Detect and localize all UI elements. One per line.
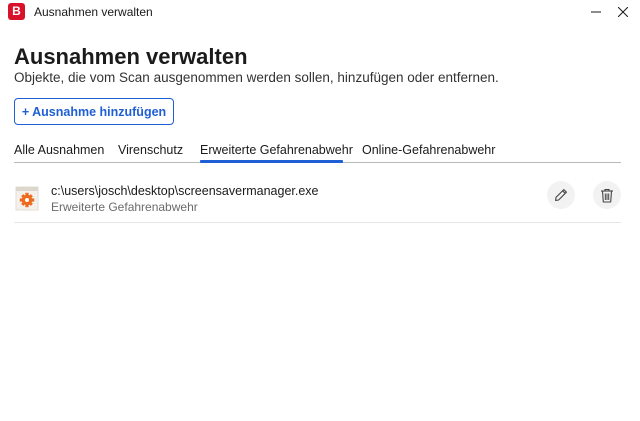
add-exception-label: + Ausnahme hinzufügen [21, 104, 167, 119]
executable-file-icon [14, 184, 40, 212]
minimize-icon [591, 11, 601, 13]
delete-exception-button[interactable] [593, 181, 621, 209]
close-icon [618, 7, 628, 17]
title-bar: B Ausnahmen verwalten [0, 0, 640, 24]
exception-list-item: c:\users\josch\desktop\screensavermanage… [14, 176, 621, 223]
active-tab-indicator [200, 160, 343, 163]
window-title: Ausnahmen verwalten [34, 5, 153, 19]
tab-bar: Alle Ausnahmen Virenschutz Erweiterte Ge… [14, 140, 621, 163]
close-button[interactable] [606, 0, 640, 24]
tab-online-threat-prevention[interactable]: Online-Gefahrenabwehr [362, 142, 495, 158]
exception-path: c:\users\josch\desktop\screensavermanage… [51, 184, 319, 198]
trash-icon [601, 188, 613, 203]
add-exception-button[interactable]: + Ausnahme hinzufügen [14, 98, 174, 125]
tab-all-exceptions[interactable]: Alle Ausnahmen [14, 142, 104, 158]
page-title: Ausnahmen verwalten [14, 44, 248, 69]
tab-antivirus[interactable]: Virenschutz [118, 142, 183, 158]
app-logo: B [8, 3, 25, 20]
tab-advanced-threat-defense[interactable]: Erweiterte Gefahrenabwehr [200, 142, 353, 158]
page-subtitle: Objekte, die vom Scan ausgenommen werden… [14, 70, 499, 85]
edit-exception-button[interactable] [547, 181, 575, 209]
pencil-icon [555, 189, 567, 201]
exception-category: Erweiterte Gefahrenabwehr [51, 200, 198, 214]
